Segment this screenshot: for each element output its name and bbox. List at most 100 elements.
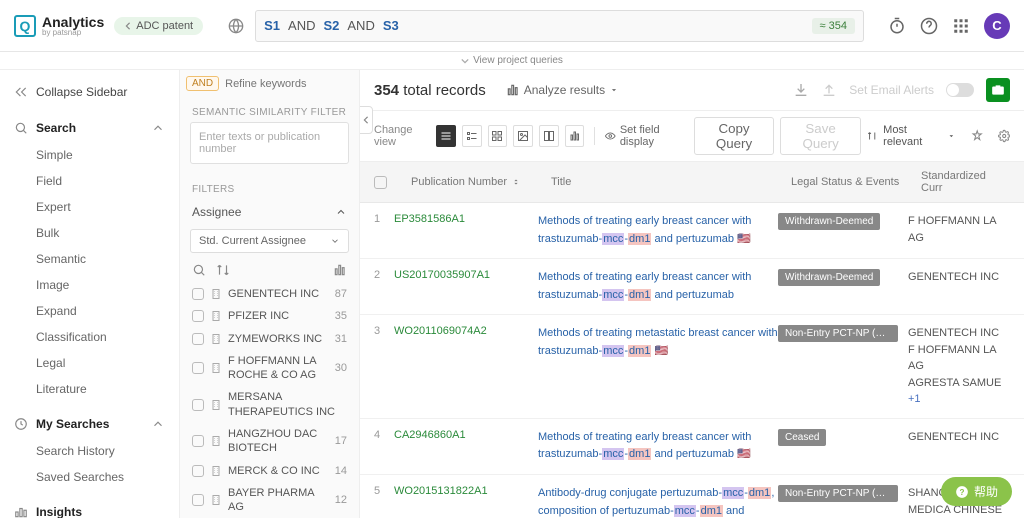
gear-icon[interactable] [998,129,1010,143]
result-title[interactable]: Methods of treating metastatic breast ca… [538,325,778,408]
collapse-sidebar[interactable]: Collapse Sidebar [14,78,165,106]
status-badge: Non-Entry PCT-NP (Past... [778,485,898,502]
chevron-up-icon [151,121,165,135]
filters-panel: AND SEMANTIC SIMILARITY FILTER Enter tex… [180,70,360,518]
set-field-display[interactable]: Set field display [605,124,687,148]
building-icon [210,399,222,411]
export-icon[interactable] [821,82,837,98]
publication-link[interactable]: EP3581586A1 [394,213,465,225]
assignee-accordion[interactable]: Assignee [180,199,359,225]
view-project-queries[interactable]: View project queries [0,52,1024,70]
building-icon [210,288,222,300]
sidebar-item-literature[interactable]: Literature [14,376,165,402]
table-row: 1EP3581586A1Methods of treating early br… [360,203,1024,259]
filter-checkbox[interactable] [192,333,204,345]
filter-row[interactable]: MERSANA THERAPEUTICS INC [180,386,359,423]
query-box[interactable]: S1 AND S2 AND S3 ≈ 354 [255,10,864,42]
sidebar-item-image[interactable]: Image [14,272,165,298]
table-row: 3WO2011069074A2Methods of treating metas… [360,315,1024,419]
filter-row[interactable]: ZYMEWORKS INC31 [180,328,359,350]
brand-by: by patsnap [42,29,104,37]
filter-checkbox[interactable] [192,435,204,447]
table-row: 4CA2946860A1Methods of treating early br… [360,419,1024,475]
project-chip[interactable]: ADC patent [114,17,203,35]
avatar[interactable]: C [984,13,1010,39]
select-all-checkbox[interactable] [374,176,387,189]
filter-checkbox[interactable] [192,399,204,411]
result-title[interactable]: Methods of treating early breast cancer … [538,429,778,464]
sidebar-mysearches-header[interactable]: My Searches [14,410,165,438]
filter-checkbox[interactable] [192,465,204,477]
filter-row[interactable]: HANGZHOU DAC BIOTECH17 [180,423,359,460]
assignee-select[interactable]: Std. Current Assignee [190,229,349,253]
help-fab[interactable]: ? 帮助 [941,477,1012,506]
filter-row[interactable]: GENENTECH INC87 [180,283,359,305]
download-icon[interactable] [793,82,809,98]
sidebar-item-expand[interactable]: Expand [14,298,165,324]
sidebar-item-legal[interactable]: Legal [14,350,165,376]
col-publication-number[interactable]: Publication Number [411,176,551,188]
email-toggle[interactable] [946,83,974,97]
sidebar-item-classification[interactable]: Classification [14,324,165,350]
col-title[interactable]: Title [551,176,791,188]
apps-icon[interactable] [952,17,970,35]
sidebar-search-history[interactable]: Search History [14,438,165,464]
filter-row[interactable]: BAYER PHARMA AG12 [180,482,359,518]
view-table[interactable] [462,125,482,147]
sidebar-item-expert[interactable]: Expert [14,194,165,220]
copy-query-button[interactable]: Copy Query [694,117,775,155]
refine-keywords-input[interactable] [225,78,360,90]
semantic-filter-header: SEMANTIC SIMILARITY FILTER [180,97,359,122]
sidebar-item-bulk[interactable]: Bulk [14,220,165,246]
search-icon[interactable] [192,263,206,277]
semantic-text-input[interactable]: Enter texts or publication number [190,122,349,164]
sidebar-item-field[interactable]: Field [14,168,165,194]
help-icon[interactable] [920,17,938,35]
and-operator-badge[interactable]: AND [186,76,219,91]
sidebar-insights[interactable]: Insights [14,498,165,518]
globe-icon[interactable] [223,13,249,39]
sidebar-item-simple[interactable]: Simple [14,142,165,168]
sidebar-search-header[interactable]: Search [14,114,165,142]
view-list[interactable] [436,125,456,147]
filter-row[interactable]: MERCK & CO INC14 [180,460,359,482]
view-chart[interactable] [565,125,585,147]
chevron-up-icon [151,417,165,431]
view-split[interactable] [539,125,559,147]
sidebar-saved-searches[interactable]: Saved Searches [14,464,165,490]
publication-link[interactable]: US20170035907A1 [394,269,490,281]
result-title[interactable]: Methods of treating early breast cancer … [538,269,778,304]
publication-link[interactable]: CA2946860A1 [394,429,466,441]
logo[interactable]: Q Analytics by patsnap [14,15,104,37]
pin-icon[interactable] [971,129,983,143]
timer-icon[interactable] [888,17,906,35]
table-row: 5WO2015131822A1Antibody-drug conjugate p… [360,475,1024,518]
filter-checkbox[interactable] [192,310,204,322]
filter-checkbox[interactable] [192,288,204,300]
result-title[interactable]: Antibody-drug conjugate pertuzumab-mcc-d… [538,485,778,518]
view-image[interactable] [513,125,533,147]
filter-checkbox[interactable] [192,494,204,506]
publication-link[interactable]: WO2011069074A2 [394,325,487,337]
email-alerts[interactable]: Set Email Alerts [849,83,934,97]
assignee-cell: GENENTECH INCF HOFFMANN LAAGAGRESTA SAMU… [908,325,1010,408]
filter-checkbox[interactable] [192,362,204,374]
save-query-button[interactable]: Save Query [780,117,860,155]
col-legal-status[interactable]: Legal Status & Events [791,176,921,188]
sort-icon[interactable] [216,263,230,277]
analyze-results[interactable]: Analyze results [506,83,619,97]
filter-row[interactable]: PFIZER INC35 [180,305,359,327]
publication-link[interactable]: WO2015131822A1 [394,485,488,497]
workspace-button[interactable] [986,78,1010,102]
svg-text:?: ? [959,487,964,496]
result-title[interactable]: Methods of treating early breast cancer … [538,213,778,248]
collapse-filters-handle[interactable] [360,106,373,134]
filter-row[interactable]: F HOFFMANN LA ROCHE & CO AG30 [180,350,359,387]
chart-icon[interactable] [333,263,347,277]
assignee-cell: GENENTECH INC [908,269,1010,304]
assignee-cell: GENENTECH INC [908,429,1010,464]
view-grid[interactable] [488,125,508,147]
sort-button[interactable]: Most relevant [867,124,955,148]
sidebar-item-semantic[interactable]: Semantic [14,246,165,272]
col-assignee[interactable]: Standardized Curr [921,170,1010,194]
